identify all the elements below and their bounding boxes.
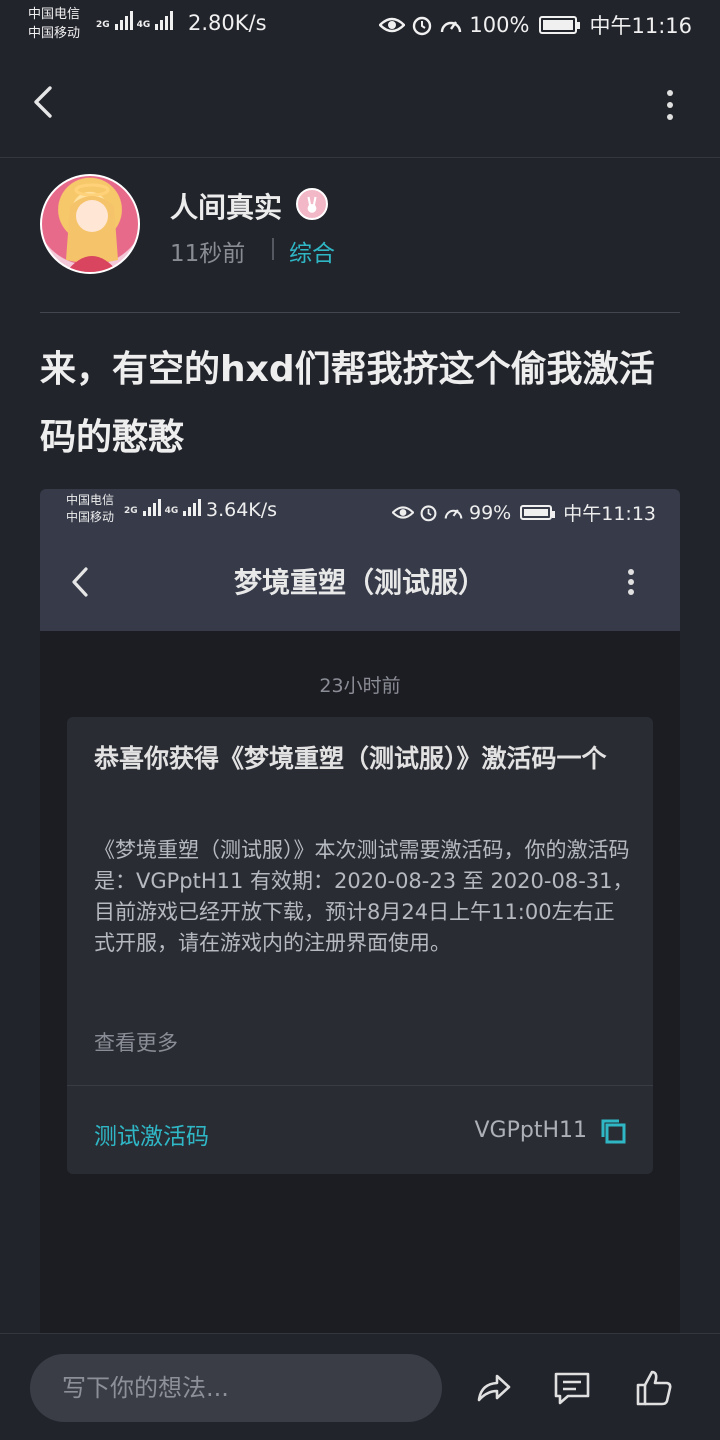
status-right: 99% 中午11:13 — [392, 499, 656, 526]
top-navigation-bar — [0, 50, 720, 158]
screenshot-page-title: 梦境重塑（测试服） — [233, 566, 486, 599]
screenshot-header: 中国电信 中国移动 2G 4G 3.64K/s 99% 中午11:13 梦境重塑… — [40, 489, 680, 631]
carrier-2: 中国移动 — [66, 510, 115, 524]
eye-icon — [379, 17, 406, 33]
carrier-labels: 中国电信 中国移动 — [66, 492, 114, 526]
network-speed: 3.64K/s — [206, 499, 278, 521]
signal-icon — [155, 10, 174, 30]
signal-icon — [114, 10, 133, 30]
battery-percent: 100% — [469, 13, 530, 37]
avatar[interactable] — [40, 174, 140, 274]
divider — [40, 312, 680, 313]
status-bar: 中国电信 中国移动 2G 4G 2.80K/s 100% 中午11:16 — [0, 0, 720, 50]
signal-icon — [142, 499, 161, 516]
back-icon[interactable] — [26, 80, 62, 124]
net-type-1: 2G — [96, 20, 110, 30]
activation-code-value: VGPptH11 — [474, 1118, 588, 1143]
signal-indicators: 2G 4G — [96, 10, 174, 30]
clock: 中午11:13 — [563, 503, 656, 525]
author-header: 人间真实 11秒前 综合 — [40, 174, 680, 274]
author-name[interactable]: 人间真实 — [170, 186, 282, 226]
avatar-image — [66, 183, 118, 272]
net-type-2: 4G — [164, 506, 179, 516]
view-more-link: 查看更多 — [94, 1031, 178, 1055]
signal-indicators: 2G 4G — [124, 499, 202, 516]
clock: 中午11:16 — [589, 14, 692, 38]
comment-input[interactable] — [30, 1354, 442, 1422]
carrier-labels: 中国电信 中国移动 — [28, 5, 80, 43]
bottom-action-bar — [0, 1333, 720, 1440]
speedometer-icon — [441, 21, 462, 33]
alarm-icon — [413, 16, 432, 36]
battery-icon — [520, 505, 556, 520]
status-right: 100% 中午11:16 — [379, 10, 692, 40]
activation-code-card: 恭喜你获得《梦境重塑（测试服）》激活码一个 《梦境重塑（测试服）》本次测试需要激… — [67, 717, 653, 1174]
signal-icon — [183, 499, 202, 516]
network-speed: 2.80K/s — [188, 11, 267, 35]
alarm-icon — [420, 505, 437, 522]
copy-icon — [601, 1119, 626, 1144]
more-icon[interactable] — [664, 90, 676, 120]
eye-icon — [392, 506, 414, 519]
divider — [272, 238, 274, 260]
net-type-1: 2G — [124, 506, 138, 516]
user-badge-icon — [296, 188, 328, 220]
card-body: 《梦境重塑（测试服）》本次测试需要激活码，你的激活码是：VGPptH11 有效期… — [94, 838, 634, 955]
carrier-2: 中国移动 — [28, 26, 81, 41]
net-type-2: 4G — [136, 20, 151, 30]
like-icon[interactable] — [634, 1368, 674, 1408]
carrier-1: 中国电信 — [66, 493, 115, 507]
message-timestamp: 23小时前 — [319, 675, 401, 697]
post-category[interactable]: 综合 — [289, 234, 335, 268]
post-title: 来，有空的hxd们帮我挤这个偷我激活码的憨憨 — [40, 349, 655, 458]
speedometer-icon — [444, 509, 463, 519]
post-time: 11秒前 — [170, 241, 246, 267]
card-title: 恭喜你获得《梦境重塑（测试服）》激活码一个 — [94, 744, 607, 773]
carrier-1: 中国电信 — [28, 7, 81, 22]
battery-icon — [539, 16, 581, 34]
more-icon — [626, 569, 636, 595]
share-icon[interactable] — [473, 1368, 513, 1408]
comment-icon[interactable] — [552, 1368, 592, 1408]
activation-code-label: 测试激活码 — [94, 1124, 209, 1150]
divider — [67, 1085, 653, 1086]
battery-percent: 99% — [469, 501, 512, 524]
embedded-screenshot[interactable]: 中国电信 中国移动 2G 4G 3.64K/s 99% 中午11:13 梦境重塑… — [40, 489, 680, 1334]
